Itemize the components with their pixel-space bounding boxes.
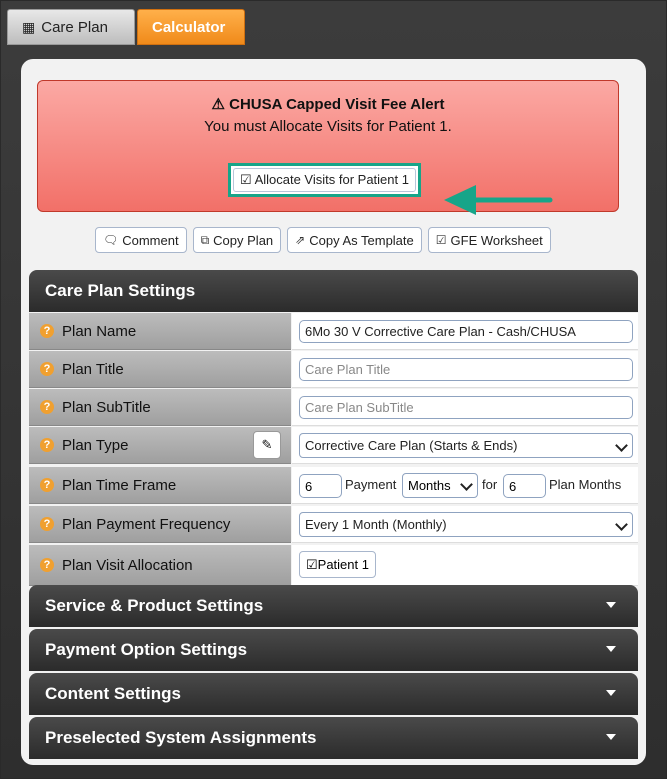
payment-frequency-select[interactable]: Every 1 Month (Monthly) <box>299 512 633 537</box>
help-icon[interactable]: ? <box>40 517 54 531</box>
tab-calculator[interactable]: Calculator <box>137 9 245 45</box>
warning-icon: ⚠ <box>211 96 225 113</box>
plan-name-row: ? Plan Name <box>29 313 638 350</box>
comment-icon: 🗨 <box>103 233 119 247</box>
checkbox-icon: ☑ <box>435 233 447 247</box>
plan-months-text: Plan Months <box>549 477 622 492</box>
help-icon[interactable]: ? <box>40 400 54 414</box>
external-link-icon: ⇗ <box>295 233 306 247</box>
tab-bar: ▦ Care Plan Calculator <box>7 9 247 46</box>
plan-type-select[interactable]: Corrective Care Plan (Starts & Ends) <box>299 433 633 458</box>
visit-fee-alert: ⚠ CHUSA Capped Visit Fee Alert You must … <box>37 80 619 215</box>
checkbox-edit-icon: ☑ <box>306 556 318 572</box>
help-icon[interactable]: ? <box>40 478 54 492</box>
payment-text: Payment <box>345 477 397 492</box>
plan-payment-frequency-row: ? Plan Payment Frequency Every 1 Month (… <box>29 506 638 543</box>
alert-title: ⚠ CHUSA Capped Visit Fee Alert <box>211 96 445 113</box>
preselected-system-assignments-header[interactable]: Preselected System Assignments <box>29 717 638 759</box>
service-product-settings-header[interactable]: Service & Product Settings <box>29 585 638 627</box>
payment-option-settings-header[interactable]: Payment Option Settings <box>29 629 638 671</box>
plan-name-input[interactable] <box>299 320 633 343</box>
chevron-down-icon <box>615 439 628 452</box>
allocate-highlight: ☑ Allocate Visits for Patient 1 <box>228 163 421 197</box>
for-text: for <box>482 477 498 492</box>
help-icon[interactable]: ? <box>40 558 54 572</box>
help-icon[interactable]: ? <box>40 362 54 376</box>
copy-plan-button[interactable]: ⧉ Copy Plan <box>192 227 282 253</box>
plan-payment-frequency-label: Plan Payment Frequency <box>62 515 231 533</box>
checkbox-edit-icon: ☑ <box>240 172 252 187</box>
plan-title-input[interactable] <box>299 358 633 381</box>
plan-visit-allocation-label: Plan Visit Allocation <box>62 556 193 574</box>
plan-subtitle-row: ? Plan SubTitle <box>29 389 638 426</box>
tab-care-plan[interactable]: ▦ Care Plan <box>7 9 135 45</box>
alert-message: You must Allocate Visits for Patient 1. <box>204 118 452 135</box>
chevron-down-icon <box>615 518 628 531</box>
help-icon[interactable]: ? <box>40 438 54 452</box>
care-plan-settings-header[interactable]: Care Plan Settings <box>29 270 638 312</box>
plan-title-label: Plan Title <box>62 360 124 378</box>
plan-title-row: ? Plan Title <box>29 351 638 388</box>
tab-care-plan-label: Care Plan <box>41 18 108 36</box>
plan-months-input[interactable] <box>503 474 546 498</box>
content-settings-header[interactable]: Content Settings <box>29 673 638 715</box>
plan-name-label: Plan Name <box>62 322 137 340</box>
app-window: ▦ Care Plan Calculator ⚠ CHUSA Capped Vi… <box>0 0 667 779</box>
plan-time-frame-label: Plan Time Frame <box>62 476 177 494</box>
caret-down-icon <box>606 690 616 696</box>
caret-down-icon <box>606 646 616 652</box>
calculator-panel: ⚠ CHUSA Capped Visit Fee Alert You must … <box>21 59 646 765</box>
edit-icon[interactable]: ✎ <box>253 431 281 459</box>
plan-subtitle-input[interactable] <box>299 396 633 419</box>
pointer-arrow <box>444 185 553 215</box>
gfe-worksheet-button[interactable]: ☑ GFE Worksheet <box>427 227 551 253</box>
payment-count-input[interactable] <box>299 474 342 498</box>
calculator-icon: ▦ <box>22 18 36 35</box>
allocate-visits-button[interactable]: ☑ Allocate Visits for Patient 1 <box>233 168 416 192</box>
tab-calculator-label: Calculator <box>152 18 226 36</box>
chevron-down-icon <box>460 478 473 491</box>
time-unit-select[interactable]: Months <box>402 473 478 498</box>
caret-down-icon <box>606 602 616 608</box>
copy-icon: ⧉ <box>200 232 210 247</box>
plan-subtitle-label: Plan SubTitle <box>62 398 151 416</box>
action-toolbar: 🗨 Comment ⧉ Copy Plan ⇗ Copy As Template… <box>95 227 551 253</box>
plan-type-row: ? Plan Type ✎ Corrective Care Plan (Star… <box>29 427 638 464</box>
copy-as-template-button[interactable]: ⇗ Copy As Template <box>287 227 422 253</box>
caret-down-icon <box>606 734 616 740</box>
comment-button[interactable]: 🗨 Comment <box>95 227 187 253</box>
plan-type-label: Plan Type <box>62 436 129 454</box>
help-icon[interactable]: ? <box>40 324 54 338</box>
patient-1-button[interactable]: ☑ Patient 1 <box>299 551 376 578</box>
plan-time-frame-row: ? Plan Time Frame Payment Months for Pla… <box>29 467 638 504</box>
plan-visit-allocation-row: ? Plan Visit Allocation ☑ Patient 1 <box>29 545 638 586</box>
